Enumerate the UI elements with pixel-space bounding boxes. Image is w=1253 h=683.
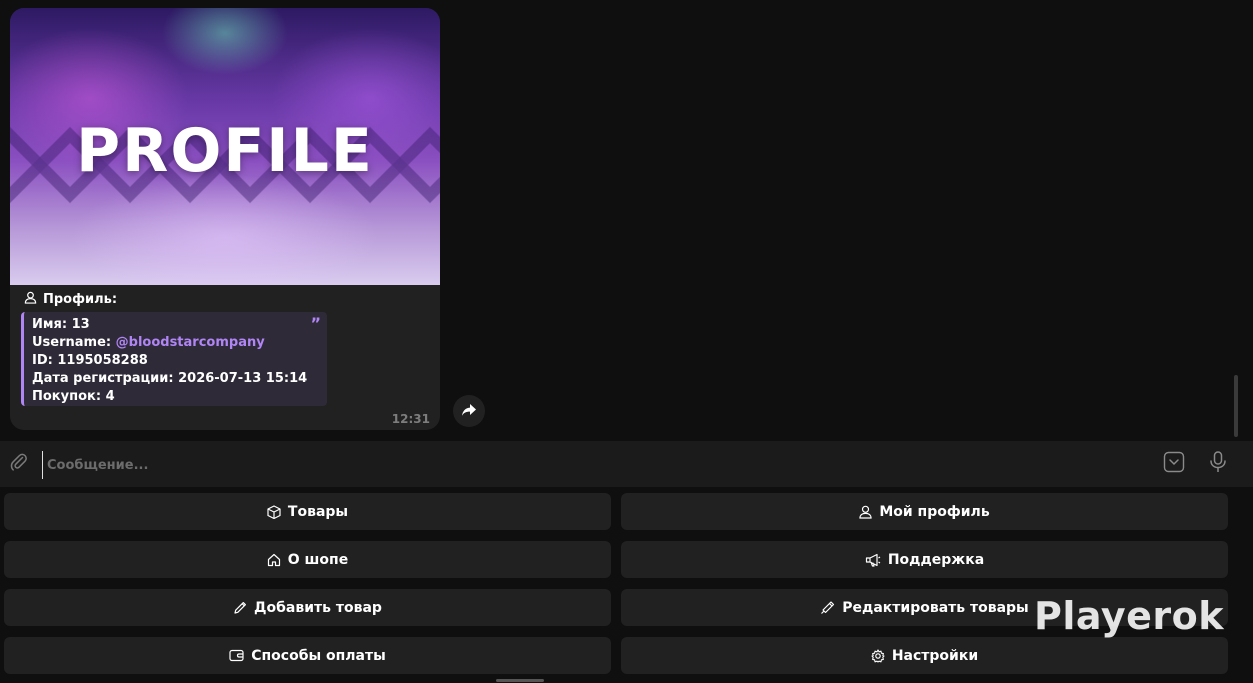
about-shop-button[interactable]: О шопе xyxy=(4,541,611,578)
message-composer xyxy=(0,441,1253,487)
message-timestamp: 12:31 xyxy=(391,412,430,426)
gear-icon xyxy=(871,648,885,663)
pencil-icon xyxy=(233,601,247,615)
profile-details-quote: ” Имя: 13 Username: @bloodstarcompany ID… xyxy=(21,312,327,406)
purchases-row: Покупок: 4 xyxy=(32,388,319,406)
banner-title: PROFILE xyxy=(76,116,374,186)
registration-date-row: Дата регистрации: 2026-07-13 15:14 xyxy=(32,370,319,388)
resize-handle[interactable] xyxy=(496,679,544,682)
forward-button[interactable] xyxy=(453,395,485,427)
message-list[interactable]: PROFILE Профиль: ” Имя: 13 Username: @bl… xyxy=(0,0,1253,438)
edit-products-button-label: Редактировать товары xyxy=(842,599,1029,616)
about-shop-button-label: О шопе xyxy=(287,551,349,568)
profile-message-bubble: PROFILE Профиль: ” Имя: 13 Username: @bl… xyxy=(10,8,440,430)
add-product-button[interactable]: Добавить товар xyxy=(4,589,611,626)
name-row: Имя: 13 xyxy=(32,316,319,334)
user-icon xyxy=(24,291,37,308)
add-product-button-label: Добавить товар xyxy=(254,599,382,616)
profile-caption: Профиль: xyxy=(24,291,117,308)
username-row: Username: @bloodstarcompany xyxy=(32,334,319,352)
id-label: ID: xyxy=(32,353,58,368)
chat-scrollbar[interactable] xyxy=(1234,375,1238,437)
voice-message-button[interactable] xyxy=(1206,451,1230,477)
registration-date-label: Дата регистрации: xyxy=(32,371,179,386)
settings-button[interactable]: Настройки xyxy=(621,637,1228,674)
name-value: 13 xyxy=(71,317,90,332)
name-label: Имя: xyxy=(32,317,72,332)
quote-icon: ” xyxy=(310,314,321,333)
playerok-watermark: Playerok xyxy=(1034,594,1225,638)
my-profile-button[interactable]: Мой профиль xyxy=(621,493,1228,530)
username-label: Username: xyxy=(32,335,116,350)
message-input[interactable] xyxy=(42,451,1139,479)
support-button-label: Поддержка xyxy=(887,551,985,568)
home-icon xyxy=(267,553,281,567)
highlighter-icon xyxy=(820,600,835,615)
share-arrow-icon xyxy=(461,402,477,421)
user-icon xyxy=(859,505,872,519)
keyboard-toggle-icon xyxy=(1163,451,1185,477)
purchases-value: 4 xyxy=(105,389,115,404)
support-button[interactable]: Поддержка xyxy=(621,541,1228,578)
wallet-icon xyxy=(229,649,244,662)
bot-reply-keyboard: Товары Мой профиль О шопе Поддержка Доба… xyxy=(0,487,1253,683)
telegram-chat-window: PROFILE Профиль: ” Имя: 13 Username: @bl… xyxy=(0,0,1253,683)
keyboard-toggle-button[interactable] xyxy=(1162,451,1186,477)
payment-methods-button[interactable]: Способы оплаты xyxy=(4,637,611,674)
settings-button-label: Настройки xyxy=(891,647,979,664)
profile-banner-image[interactable]: PROFILE xyxy=(10,8,440,285)
username-link[interactable]: @bloodstarcompany xyxy=(116,335,265,350)
megaphone-icon xyxy=(865,553,881,567)
products-button[interactable]: Товары xyxy=(4,493,611,530)
attach-button[interactable] xyxy=(8,453,30,475)
microphone-icon xyxy=(1209,451,1227,477)
box-icon xyxy=(267,504,281,519)
caption-text: Профиль: xyxy=(43,292,118,307)
paperclip-icon xyxy=(9,452,29,476)
id-value: 1195058288 xyxy=(57,353,148,368)
my-profile-button-label: Мой профиль xyxy=(879,503,990,520)
registration-date-value: 2026-07-13 15:14 xyxy=(178,371,308,386)
id-row: ID: 1195058288 xyxy=(32,352,319,370)
products-button-label: Товары xyxy=(287,503,349,520)
purchases-label: Покупок: xyxy=(32,389,106,404)
payment-methods-button-label: Способы оплаты xyxy=(251,647,386,664)
